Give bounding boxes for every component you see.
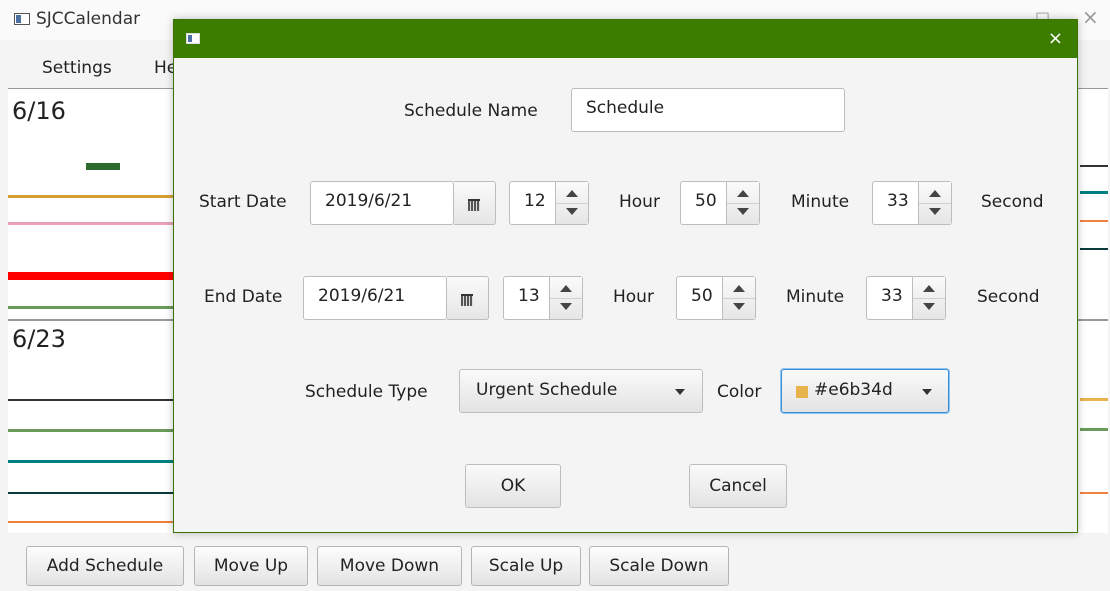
calendar-icon <box>461 294 473 306</box>
schedule-line[interactable] <box>8 429 173 432</box>
spinner-arrows[interactable] <box>722 277 755 319</box>
increment-icon[interactable] <box>737 190 749 197</box>
end-minute-spinner[interactable]: 50 <box>676 276 756 320</box>
decrement-icon[interactable] <box>566 208 578 215</box>
schedule-line[interactable] <box>1080 492 1108 494</box>
start-minute-value: 50 <box>695 191 717 211</box>
add-schedule-button[interactable]: Add Schedule <box>26 546 184 586</box>
scale-up-button[interactable]: Scale Up <box>471 546 581 586</box>
end-hour-value: 13 <box>518 286 540 306</box>
schedule-line[interactable] <box>8 195 173 198</box>
cancel-button[interactable]: Cancel <box>689 464 787 508</box>
spinner-arrows[interactable] <box>549 277 582 319</box>
dialog-app-icon <box>186 33 200 44</box>
end-hour-unit: Hour <box>613 287 654 307</box>
chevron-down-icon <box>922 389 932 395</box>
start-minute-spinner[interactable]: 50 <box>680 181 760 225</box>
end-second-value: 33 <box>881 286 903 306</box>
increment-icon[interactable] <box>560 285 572 292</box>
ok-button[interactable]: OK <box>465 464 561 508</box>
start-hour-spinner[interactable]: 12 <box>509 181 589 225</box>
start-date-picker-button[interactable] <box>454 181 496 225</box>
start-date-value: 2019/6/21 <box>325 191 413 211</box>
start-second-spinner[interactable]: 33 <box>872 181 952 225</box>
schedule-line[interactable] <box>1080 220 1108 222</box>
schedule-line[interactable] <box>8 222 173 225</box>
start-date-input[interactable]: 2019/6/21 <box>310 181 454 225</box>
end-minute-unit: Minute <box>786 287 845 307</box>
end-date-value: 2019/6/21 <box>318 286 406 306</box>
schedule-bar[interactable] <box>86 163 120 170</box>
schedule-line[interactable] <box>1080 165 1108 167</box>
menu-bar: Settings He <box>0 48 180 88</box>
color-swatch <box>796 386 808 398</box>
window-title: SJCCalendar <box>36 9 141 29</box>
decrement-icon[interactable] <box>737 208 749 215</box>
chevron-down-icon <box>675 389 685 395</box>
end-second-spinner[interactable]: 33 <box>866 276 946 320</box>
schedule-line[interactable] <box>8 492 173 494</box>
calendar-icon <box>468 199 480 211</box>
increment-icon[interactable] <box>929 190 941 197</box>
color-picker[interactable]: #e6b34d <box>781 369 949 413</box>
end-date-input[interactable]: 2019/6/21 <box>303 276 447 320</box>
schedule-line[interactable] <box>8 272 173 280</box>
spinner-arrows[interactable] <box>726 182 759 224</box>
decrement-icon[interactable] <box>923 303 935 310</box>
move-up-button[interactable]: Move Up <box>194 546 308 586</box>
close-icon[interactable]: × <box>1082 5 1099 29</box>
menu-settings[interactable]: Settings <box>42 58 112 78</box>
start-second-value: 33 <box>887 191 909 211</box>
app-icon <box>14 13 30 25</box>
start-hour-value: 12 <box>524 191 546 211</box>
move-down-button[interactable]: Move Down <box>317 546 462 586</box>
schedule-line[interactable] <box>1080 191 1108 194</box>
schedule-type-dropdown[interactable]: Urgent Schedule <box>459 369 703 413</box>
schedule-line[interactable] <box>1080 428 1108 431</box>
schedule-line[interactable] <box>8 460 173 463</box>
schedule-name-label: Schedule Name <box>404 101 538 121</box>
schedule-name-input[interactable]: Schedule <box>571 88 845 132</box>
schedule-line[interactable] <box>1080 398 1108 401</box>
dialog-close-icon[interactable]: × <box>1048 28 1063 49</box>
color-value: #e6b34d <box>814 380 893 400</box>
color-label: Color <box>717 382 762 402</box>
increment-icon[interactable] <box>566 190 578 197</box>
schedule-line[interactable] <box>8 399 173 401</box>
schedule-type-value: Urgent Schedule <box>476 380 618 400</box>
schedule-line[interactable] <box>8 521 173 523</box>
start-hour-unit: Hour <box>619 192 660 212</box>
week-date-label: 6/23 <box>12 325 66 353</box>
schedule-name-value: Schedule <box>586 98 665 118</box>
increment-icon[interactable] <box>923 285 935 292</box>
dialog-title-bar: × <box>174 20 1077 58</box>
spinner-arrows[interactable] <box>555 182 588 224</box>
start-date-label: Start Date <box>199 192 287 212</box>
spinner-arrows[interactable] <box>912 277 945 319</box>
schedule-type-label: Schedule Type <box>305 382 428 402</box>
schedule-line[interactable] <box>8 306 173 309</box>
end-date-picker-button[interactable] <box>447 276 489 320</box>
scale-down-button[interactable]: Scale Down <box>589 546 729 586</box>
end-minute-value: 50 <box>691 286 713 306</box>
decrement-icon[interactable] <box>560 303 572 310</box>
week-date-label: 6/16 <box>12 97 66 125</box>
end-hour-spinner[interactable]: 13 <box>503 276 583 320</box>
schedule-line[interactable] <box>1080 248 1108 250</box>
spinner-arrows[interactable] <box>918 182 951 224</box>
schedule-dialog: × Schedule Name Schedule Start Date 2019… <box>173 19 1078 533</box>
decrement-icon[interactable] <box>929 208 941 215</box>
end-date-label: End Date <box>204 287 283 307</box>
decrement-icon[interactable] <box>733 303 745 310</box>
start-minute-unit: Minute <box>791 192 850 212</box>
end-second-unit: Second <box>977 287 1040 307</box>
increment-icon[interactable] <box>733 285 745 292</box>
start-second-unit: Second <box>981 192 1044 212</box>
bottom-toolbar: Add Schedule Move Up Move Down Scale Up … <box>0 540 1110 591</box>
